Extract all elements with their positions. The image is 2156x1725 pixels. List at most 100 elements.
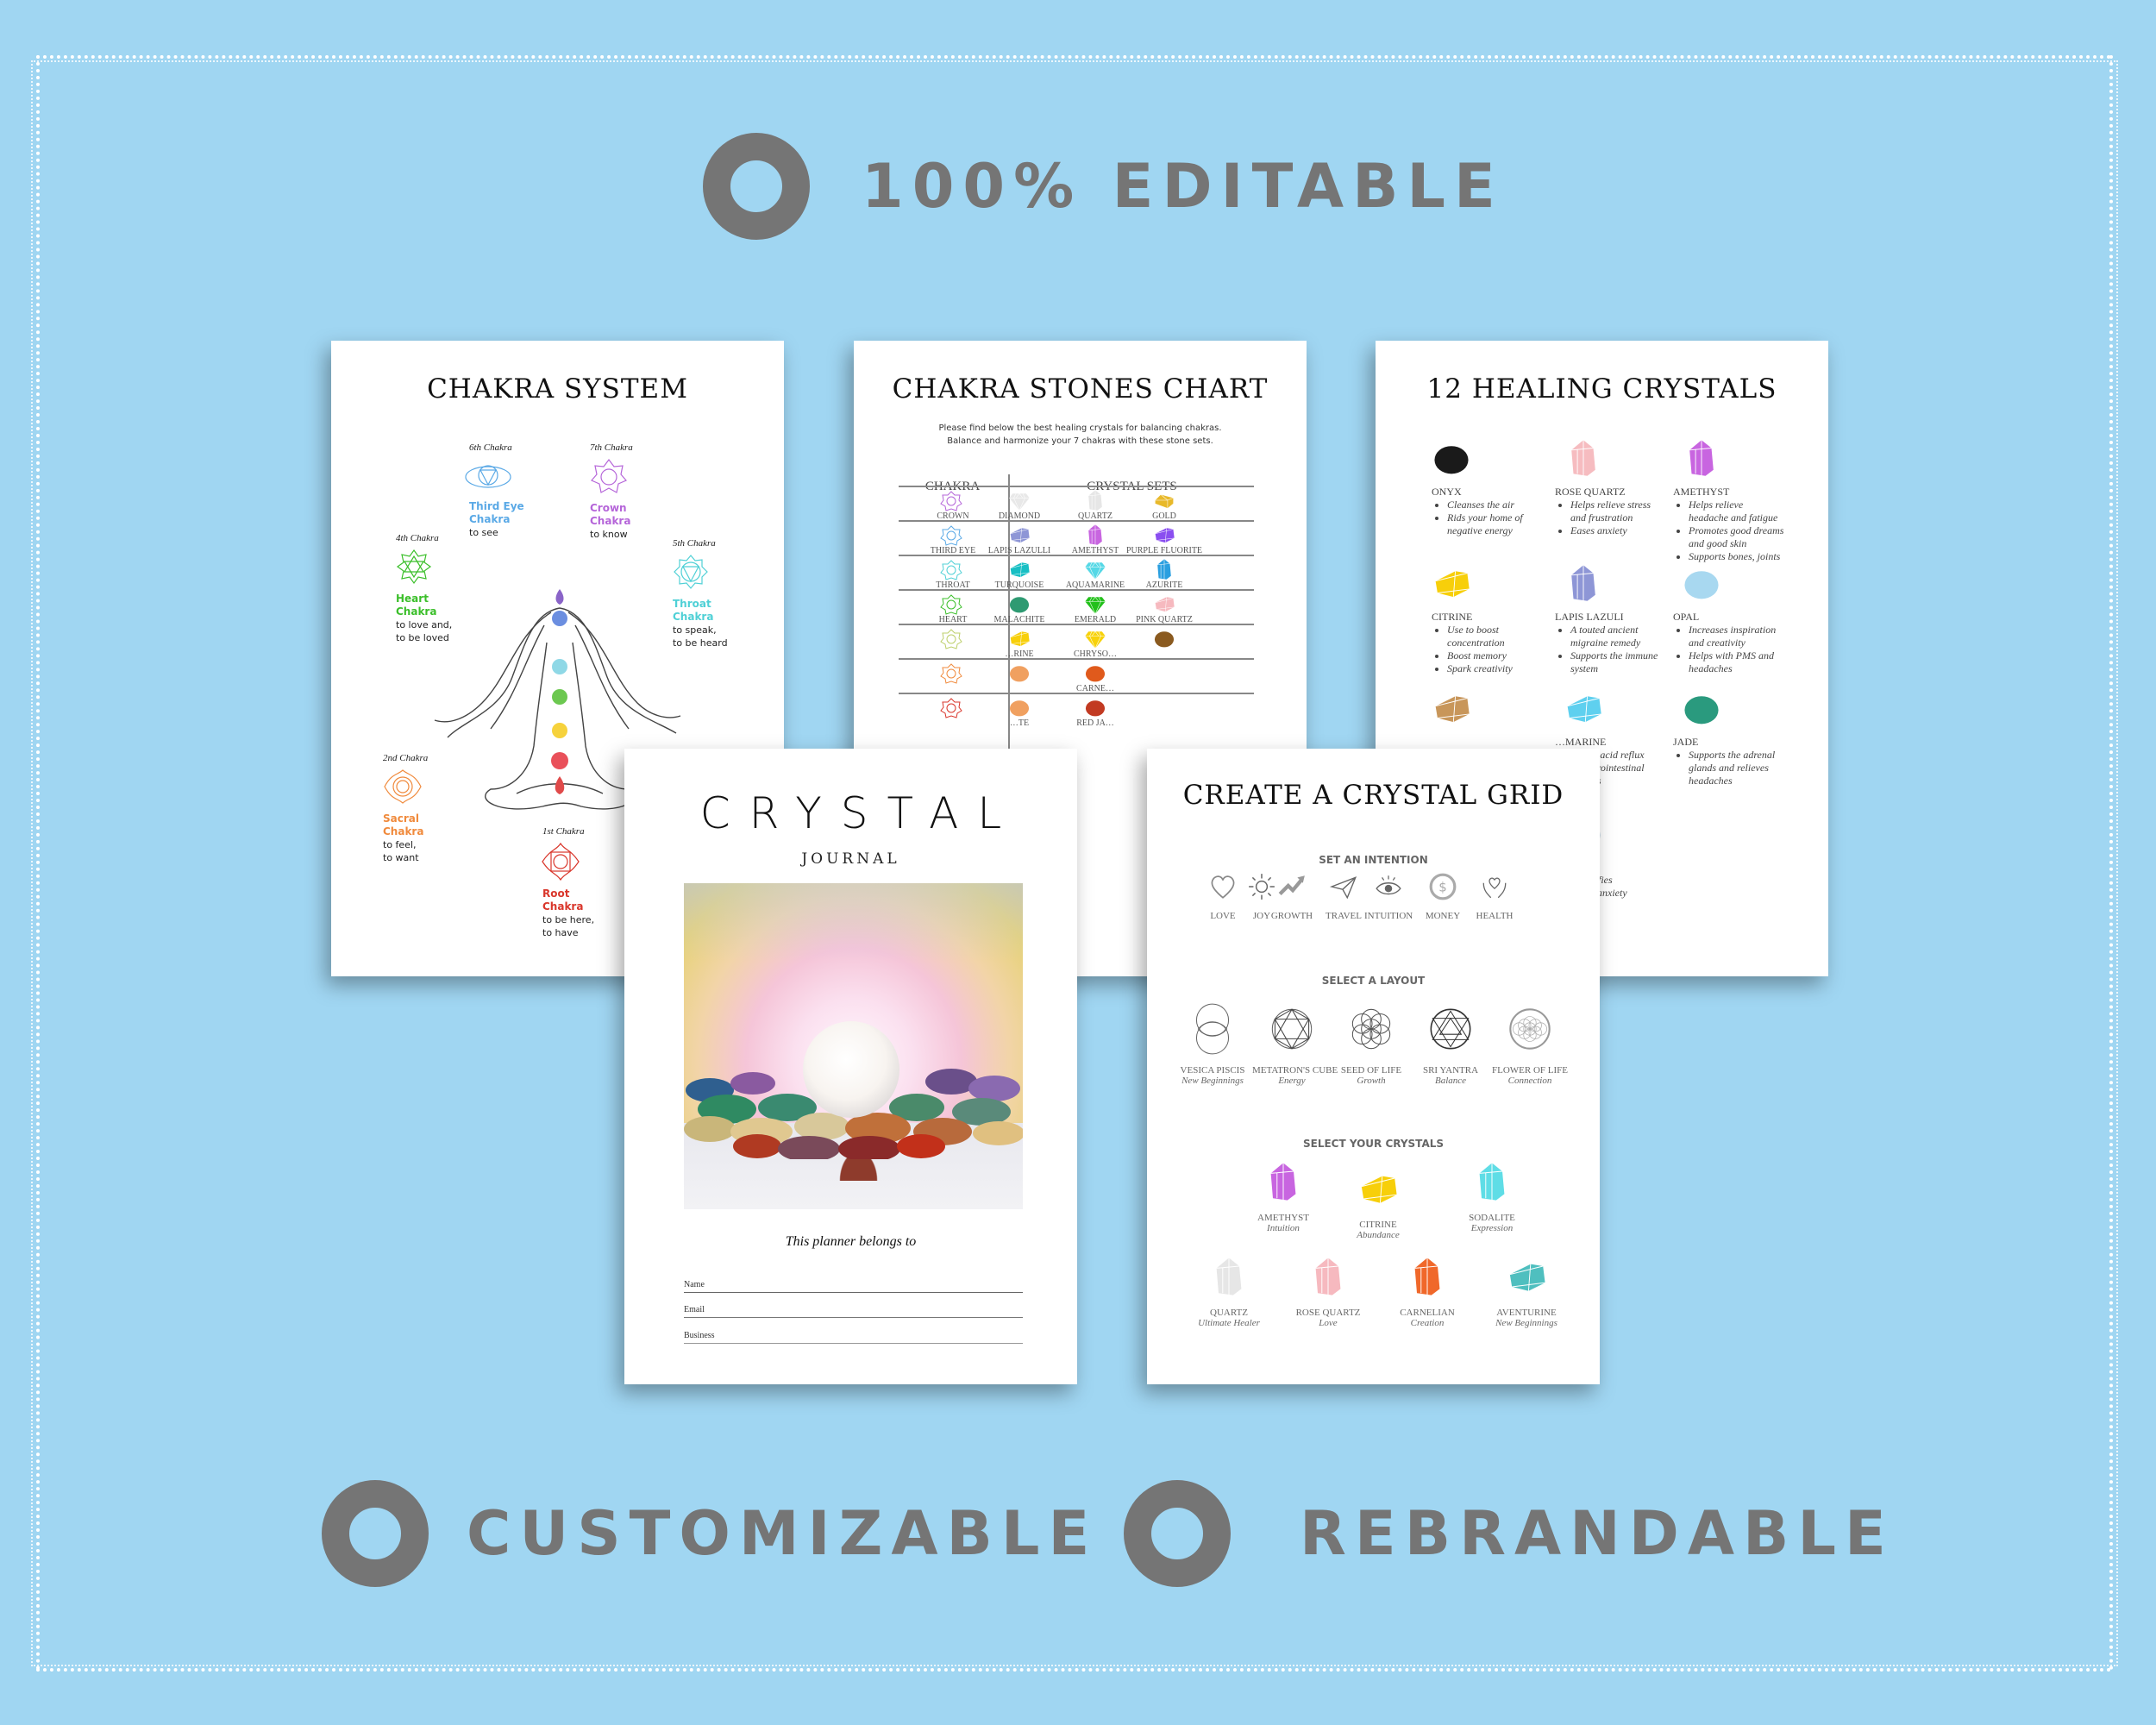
- healing-crystal-item: LAPIS LAZULIA touted ancient migraine re…: [1555, 561, 1667, 675]
- intention-travel[interactable]: TRAVEL: [1319, 872, 1368, 921]
- journal-title: CRYSTAL: [699, 788, 1021, 838]
- ring-icon: [703, 133, 810, 240]
- crystal-option[interactable]: AMETHYST Intuition: [1240, 1154, 1326, 1233]
- card-title: CREATE A CRYSTAL GRID: [1182, 780, 1564, 811]
- layout-meaning: Energy: [1278, 1076, 1306, 1086]
- crystal-option[interactable]: SODALITE Expression: [1449, 1154, 1535, 1233]
- crystal-option[interactable]: CITRINE Abundance: [1335, 1161, 1421, 1240]
- chakra-number: 7th Chakra: [590, 442, 633, 453]
- eye-icon: [1376, 875, 1401, 895]
- layout-option[interactable]: SEED OF LIFE Growth: [1332, 1000, 1411, 1086]
- benefit-item: Boost memory: [1447, 649, 1544, 662]
- crystal-benefits: Helps relieve headache and fatiguePromot…: [1673, 499, 1785, 563]
- crystal-icon: [1449, 1154, 1535, 1209]
- chakra-desc: to see: [469, 527, 498, 538]
- card-title: CHAKRA SYSTEM: [427, 373, 688, 405]
- crystal-icon: [1564, 436, 1667, 484]
- card-title: CHAKRA STONES CHART: [892, 373, 1269, 405]
- layouts-row: VESICA PISCIS New Beginnings METATRON'S CU…: [1173, 1000, 1578, 1095]
- chakra-root: 1st Chakra Root Chakra to be here, to ha…: [542, 826, 594, 939]
- crystal-name: ONYX: [1432, 486, 1462, 498]
- crystal-icon: [1335, 1161, 1421, 1216]
- intro-line: Please find below the best healing cryst…: [938, 423, 1222, 433]
- crystal-icon: [1432, 686, 1544, 734]
- crystal-name: QUARTZ: [1210, 1308, 1248, 1318]
- intention-health[interactable]: HEALTH: [1470, 872, 1519, 921]
- chakra-name: Sacral: [383, 812, 419, 825]
- table-row: …TE RED JA…: [854, 694, 1307, 729]
- chakra-desc: to know: [590, 529, 628, 540]
- layout-option[interactable]: FLOWER OF LIFE Connection: [1490, 1000, 1570, 1086]
- crystal-name: CARNELIAN: [1400, 1308, 1455, 1318]
- crystal-option[interactable]: QUARTZ Ultimate Healer: [1186, 1249, 1272, 1328]
- feature-label: REBRANDABLE: [1300, 1498, 1895, 1569]
- layout-option[interactable]: METATRON'S CUBE Energy: [1252, 1000, 1338, 1086]
- crystal-option[interactable]: CARNELIAN Creation: [1384, 1249, 1470, 1328]
- intention-money[interactable]: $ MONEY: [1419, 872, 1467, 921]
- layout-option[interactable]: SRI YANTRA Balance: [1411, 1000, 1490, 1086]
- intention-label: HEALTH: [1476, 911, 1514, 921]
- crystal-name: CITRINE: [1359, 1220, 1397, 1230]
- layout-name: FLOWER OF LIFE: [1492, 1065, 1568, 1076]
- healing-crystal-item: AMETHYSTHelps relieve headache and fatig…: [1673, 436, 1785, 563]
- svg-text:$: $: [1438, 879, 1446, 894]
- chakra-symbol-icon: [940, 629, 964, 649]
- heart-chakra-icon: [396, 549, 432, 585]
- healing-crystal-item: ONYXCleanses the airRids your home of ne…: [1432, 436, 1544, 537]
- sacred-geometry-icon: [1509, 1008, 1551, 1050]
- crystal-name: LAPIS LAZULI: [1555, 611, 1624, 623]
- name-field[interactable]: Name: [684, 1266, 1023, 1293]
- card-crystal-journal: CRYSTAL JOURNAL This planner belongs to …: [624, 749, 1077, 1384]
- sacred-geometry-icon: [1430, 1008, 1471, 1050]
- crystal-meaning: Creation: [1410, 1318, 1445, 1328]
- business-field[interactable]: Business: [684, 1318, 1023, 1344]
- crystal-meaning: Intuition: [1267, 1223, 1300, 1233]
- intention-intuition[interactable]: INTUITION: [1364, 872, 1413, 921]
- crystal-ball: [803, 1021, 899, 1118]
- chakra-symbol-icon: [940, 698, 964, 718]
- benefit-item: Cleanses the air: [1447, 499, 1544, 511]
- benefit-item: Spark creativity: [1447, 662, 1544, 675]
- layout-option[interactable]: VESICA PISCIS New Beginnings: [1173, 1000, 1252, 1086]
- intention-growth[interactable]: GROWTH: [1268, 872, 1316, 921]
- field-label: Name: [684, 1280, 705, 1289]
- dollar-icon: $: [1429, 873, 1457, 900]
- crystal-name: AMETHYST: [1673, 486, 1730, 498]
- field-label: Email: [684, 1305, 705, 1314]
- layout-meaning: Growth: [1357, 1076, 1386, 1086]
- email-field[interactable]: Email: [684, 1293, 1023, 1318]
- benefit-item: A touted ancient migraine remedy: [1570, 624, 1667, 649]
- feature-label: CUSTOMIZABLE: [467, 1498, 1099, 1569]
- chakra-name: Chakra: [383, 825, 424, 837]
- crystal-name: …MARINE: [1555, 736, 1607, 748]
- benefit-item: Promotes good dreams and good skin: [1689, 524, 1785, 550]
- feature-rebrandable: REBRANDABLE: [1124, 1480, 1895, 1587]
- intro-line: Balance and harmonize your 7 chakras wit…: [947, 436, 1213, 446]
- chakra-desc: to have: [542, 927, 579, 938]
- crystal-meaning: Abundance: [1357, 1230, 1400, 1240]
- feature-label: 100% EDITABLE: [862, 151, 1504, 222]
- crystal-benefits: Supports the adrenal glands and relieves…: [1673, 749, 1785, 787]
- chakra-number: 6th Chakra: [469, 442, 512, 453]
- crystal-icon: [1285, 1249, 1371, 1304]
- crystal-icon: [1186, 1249, 1272, 1304]
- crystal-option[interactable]: AVENTURINE New Beginnings: [1483, 1249, 1570, 1328]
- trend-up-icon: [1278, 875, 1305, 896]
- heart-icon: [1211, 875, 1235, 899]
- intro-text: Please find below the best healing cryst…: [854, 422, 1307, 448]
- layout-name: SEED OF LIFE: [1340, 1065, 1402, 1076]
- intention-label: MONEY: [1425, 911, 1461, 921]
- table-row: HEART MALACHITE EMERALD PINK QUARTZ: [854, 591, 1307, 625]
- feature-customizable: CUSTOMIZABLE: [322, 1480, 1098, 1587]
- chakra-desc: to want: [383, 852, 419, 863]
- card-crystal-grid: CREATE A CRYSTAL GRID SET AN INTENTION L…: [1147, 749, 1600, 1384]
- root-chakra-icon: [542, 842, 580, 881]
- crystal-benefits: Increases inspiration and creativityHelp…: [1673, 624, 1785, 675]
- crown-chakra-icon: [591, 459, 627, 493]
- journal-subtitle: JOURNAL: [801, 850, 900, 868]
- crystal-name: JADE: [1673, 736, 1699, 748]
- crystal-option[interactable]: ROSE QUARTZ Love: [1285, 1249, 1371, 1328]
- benefit-item: Helps relieve headache and fatigue: [1689, 499, 1785, 524]
- crystal-ball-photo: [684, 883, 1023, 1209]
- chakra-name: Chakra: [590, 515, 631, 527]
